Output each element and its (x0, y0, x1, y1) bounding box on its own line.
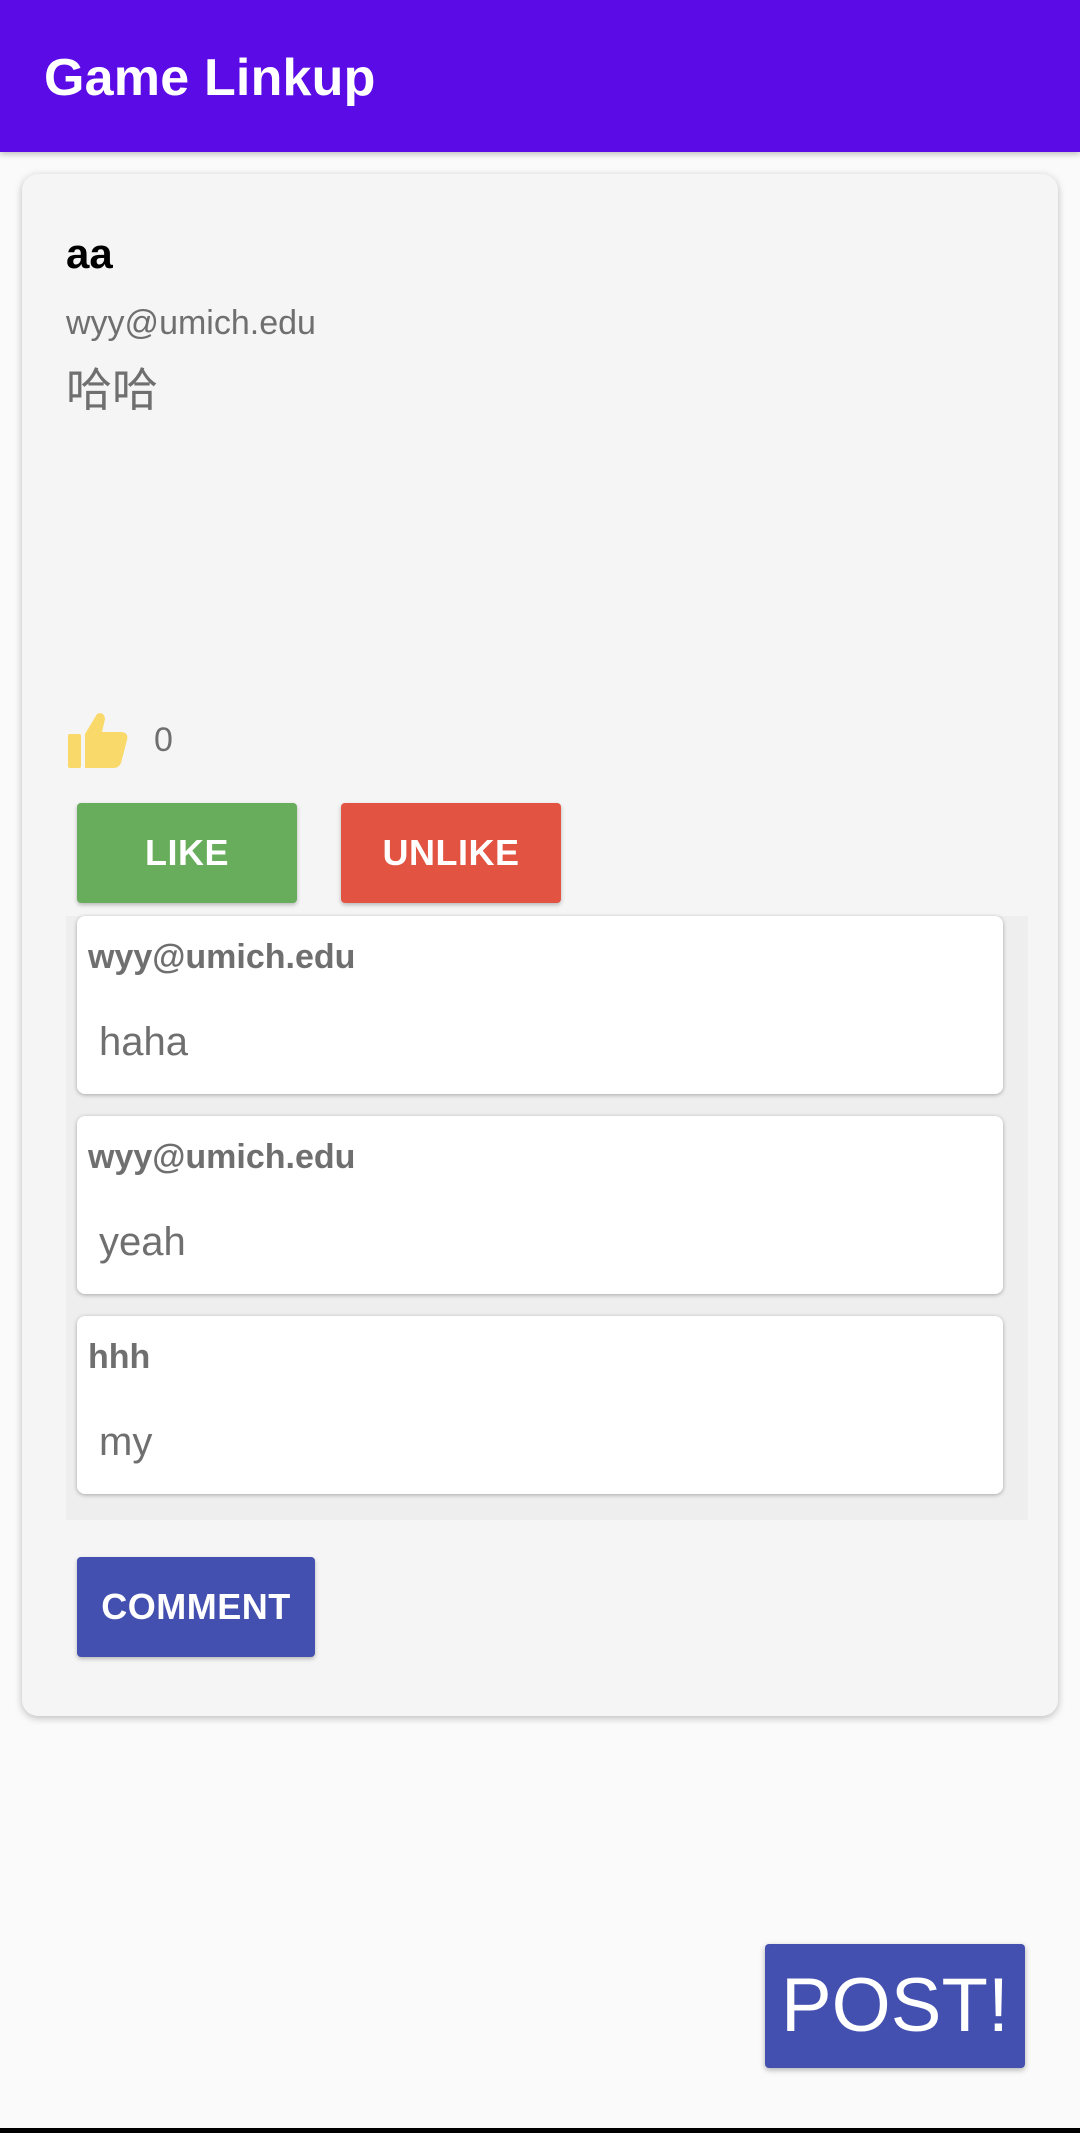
like-count-row: 0 (66, 710, 173, 770)
comment-item: hhh my (77, 1316, 1003, 1494)
post-body: 哈哈 (66, 363, 158, 417)
like-count: 0 (154, 720, 173, 759)
post-button[interactable]: POST! (765, 1944, 1025, 2068)
comment-text: yeah (99, 1220, 186, 1264)
comment-author: wyy@umich.edu (88, 1138, 356, 1176)
post-author: wyy@umich.edu (66, 304, 316, 342)
app-bar: Game Linkup (0, 0, 1080, 152)
bottom-edge-divider (0, 2128, 1080, 2133)
thumbs-up-icon (66, 710, 130, 770)
comment-item: wyy@umich.edu haha (77, 916, 1003, 1094)
comment-author: hhh (88, 1338, 151, 1376)
comment-author: wyy@umich.edu (88, 938, 356, 976)
comment-button[interactable]: COMMENT (77, 1557, 315, 1657)
post-card: aa wyy@umich.edu 哈哈 0 LIKE UNLIKE wyy@um… (22, 174, 1058, 1716)
post-title: aa (66, 230, 113, 277)
unlike-button[interactable]: UNLIKE (341, 803, 561, 903)
comment-list[interactable]: wyy@umich.edu haha wyy@umich.edu yeah hh… (66, 916, 1028, 1520)
comment-item: wyy@umich.edu yeah (77, 1116, 1003, 1294)
comment-text: haha (99, 1020, 188, 1064)
app-title: Game Linkup (44, 49, 376, 107)
like-button[interactable]: LIKE (77, 803, 297, 903)
comment-text: my (99, 1420, 153, 1464)
